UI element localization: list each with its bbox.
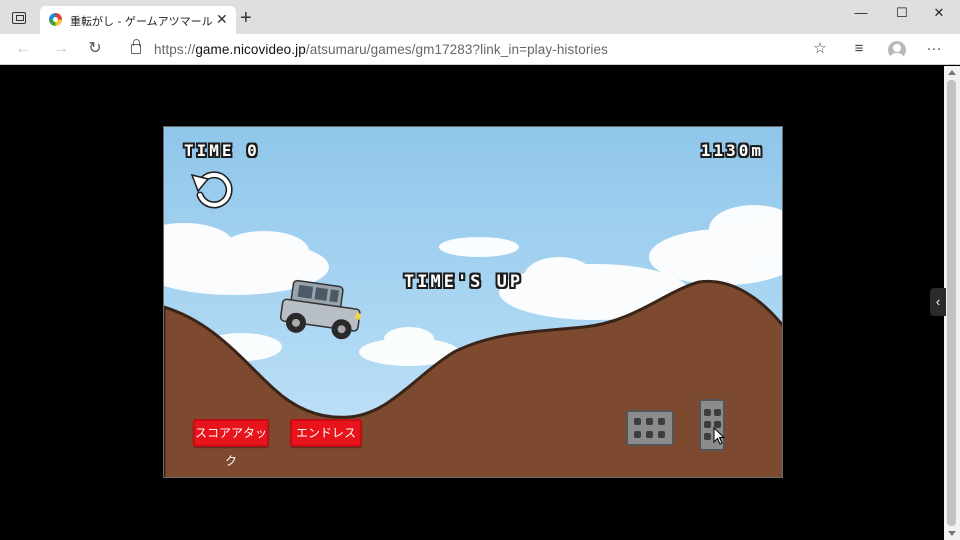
address-bar: ← → ↻ https://game.nicovideo.jp/atsumaru… — [0, 34, 960, 65]
back-button[interactable]: ← — [14, 40, 32, 58]
profile-avatar[interactable] — [888, 41, 906, 59]
scroll-up-icon[interactable] — [948, 70, 956, 75]
more-menu-icon[interactable]: ··· — [926, 41, 942, 57]
close-window-button[interactable]: ✕ — [929, 4, 949, 22]
score-attack-button[interactable]: スコアアタック — [193, 419, 269, 468]
lock-icon[interactable] — [131, 39, 141, 54]
times-up-message: TIME'S UP — [404, 272, 524, 292]
new-tab-button[interactable]: + — [240, 8, 252, 28]
mouse-cursor-icon — [713, 427, 725, 445]
brake-pedal-button[interactable] — [626, 410, 674, 446]
pedal-dot — [646, 418, 653, 425]
pedal-dot — [714, 409, 721, 416]
pedal-dot — [658, 431, 665, 438]
tab-title: 重転がし - ゲームアツマール — [70, 15, 213, 28]
pedal-dot — [634, 418, 641, 425]
url-scheme: https:// — [154, 42, 196, 57]
maximize-button[interactable]: ☐ — [892, 4, 912, 22]
time-readout: TIME 0 — [184, 141, 260, 160]
pedal-dot — [646, 431, 653, 438]
pedal-dot — [704, 421, 711, 428]
pedal-dot — [634, 431, 641, 438]
forward-button[interactable]: → — [52, 40, 70, 58]
sidebar-toggle-button[interactable]: ‹ — [930, 288, 946, 316]
retry-icon[interactable] — [190, 171, 233, 209]
tab-active[interactable]: 重転がし - ゲームアツマール ✕ — [40, 6, 236, 34]
distance-readout: 1130m — [700, 141, 764, 160]
add-favorite-icon[interactable]: ☆ — [812, 41, 828, 57]
url-path: /atsumaru/games/gm17283?link_in=play-his… — [305, 42, 608, 57]
game-canvas[interactable]: TIME 0 1130m TIME'S UP スコアアタック エンドレス — [163, 126, 783, 478]
minimize-button[interactable]: — — [851, 4, 871, 22]
endless-button[interactable]: エンドレス — [290, 419, 362, 447]
tab-bar: 重転がし - ゲームアツマール ✕ + — ☐ ✕ — [0, 0, 960, 34]
tab-actions-icon[interactable] — [12, 12, 26, 24]
url-host: game.nicovideo.jp — [195, 42, 306, 57]
vertical-scrollbar[interactable] — [944, 66, 960, 540]
pedal-dot — [704, 433, 711, 440]
site-favicon-icon — [49, 13, 62, 26]
url-field[interactable]: https://game.nicovideo.jp/atsumaru/games… — [154, 42, 608, 57]
favorites-icon[interactable]: ≡ — [851, 41, 867, 57]
pedal-dot — [658, 418, 665, 425]
tab-close-icon[interactable]: ✕ — [216, 11, 228, 27]
pedal-dot — [704, 409, 711, 416]
scroll-thumb[interactable] — [947, 80, 956, 526]
scroll-down-icon[interactable] — [948, 531, 956, 536]
reload-button[interactable]: ↻ — [86, 40, 104, 58]
hill-ground — [164, 279, 782, 477]
